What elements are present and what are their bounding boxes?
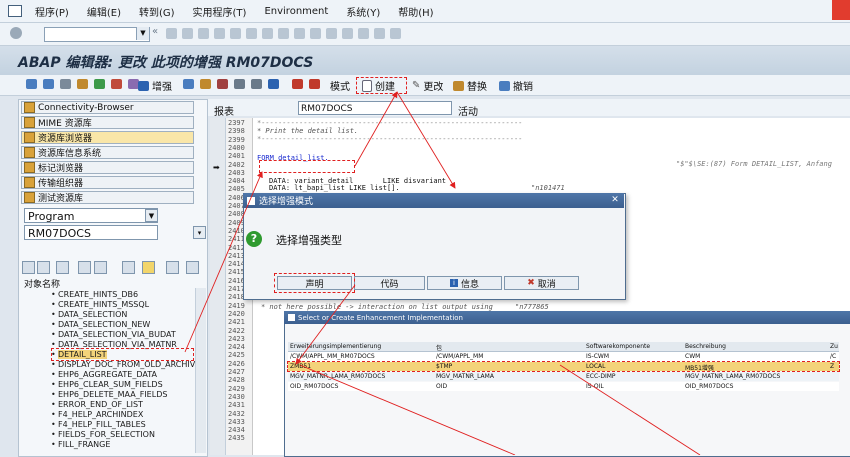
annotation-arrows (184, 91, 701, 455)
arrow-form-to-create (354, 91, 398, 167)
arrow-create-to-dialog (396, 91, 456, 189)
arrow-declaration-to-row (295, 284, 356, 365)
arrow-row-down (559, 364, 701, 455)
arrow-row-down-2 (299, 364, 516, 455)
arrow-tree-to-form (184, 171, 263, 353)
